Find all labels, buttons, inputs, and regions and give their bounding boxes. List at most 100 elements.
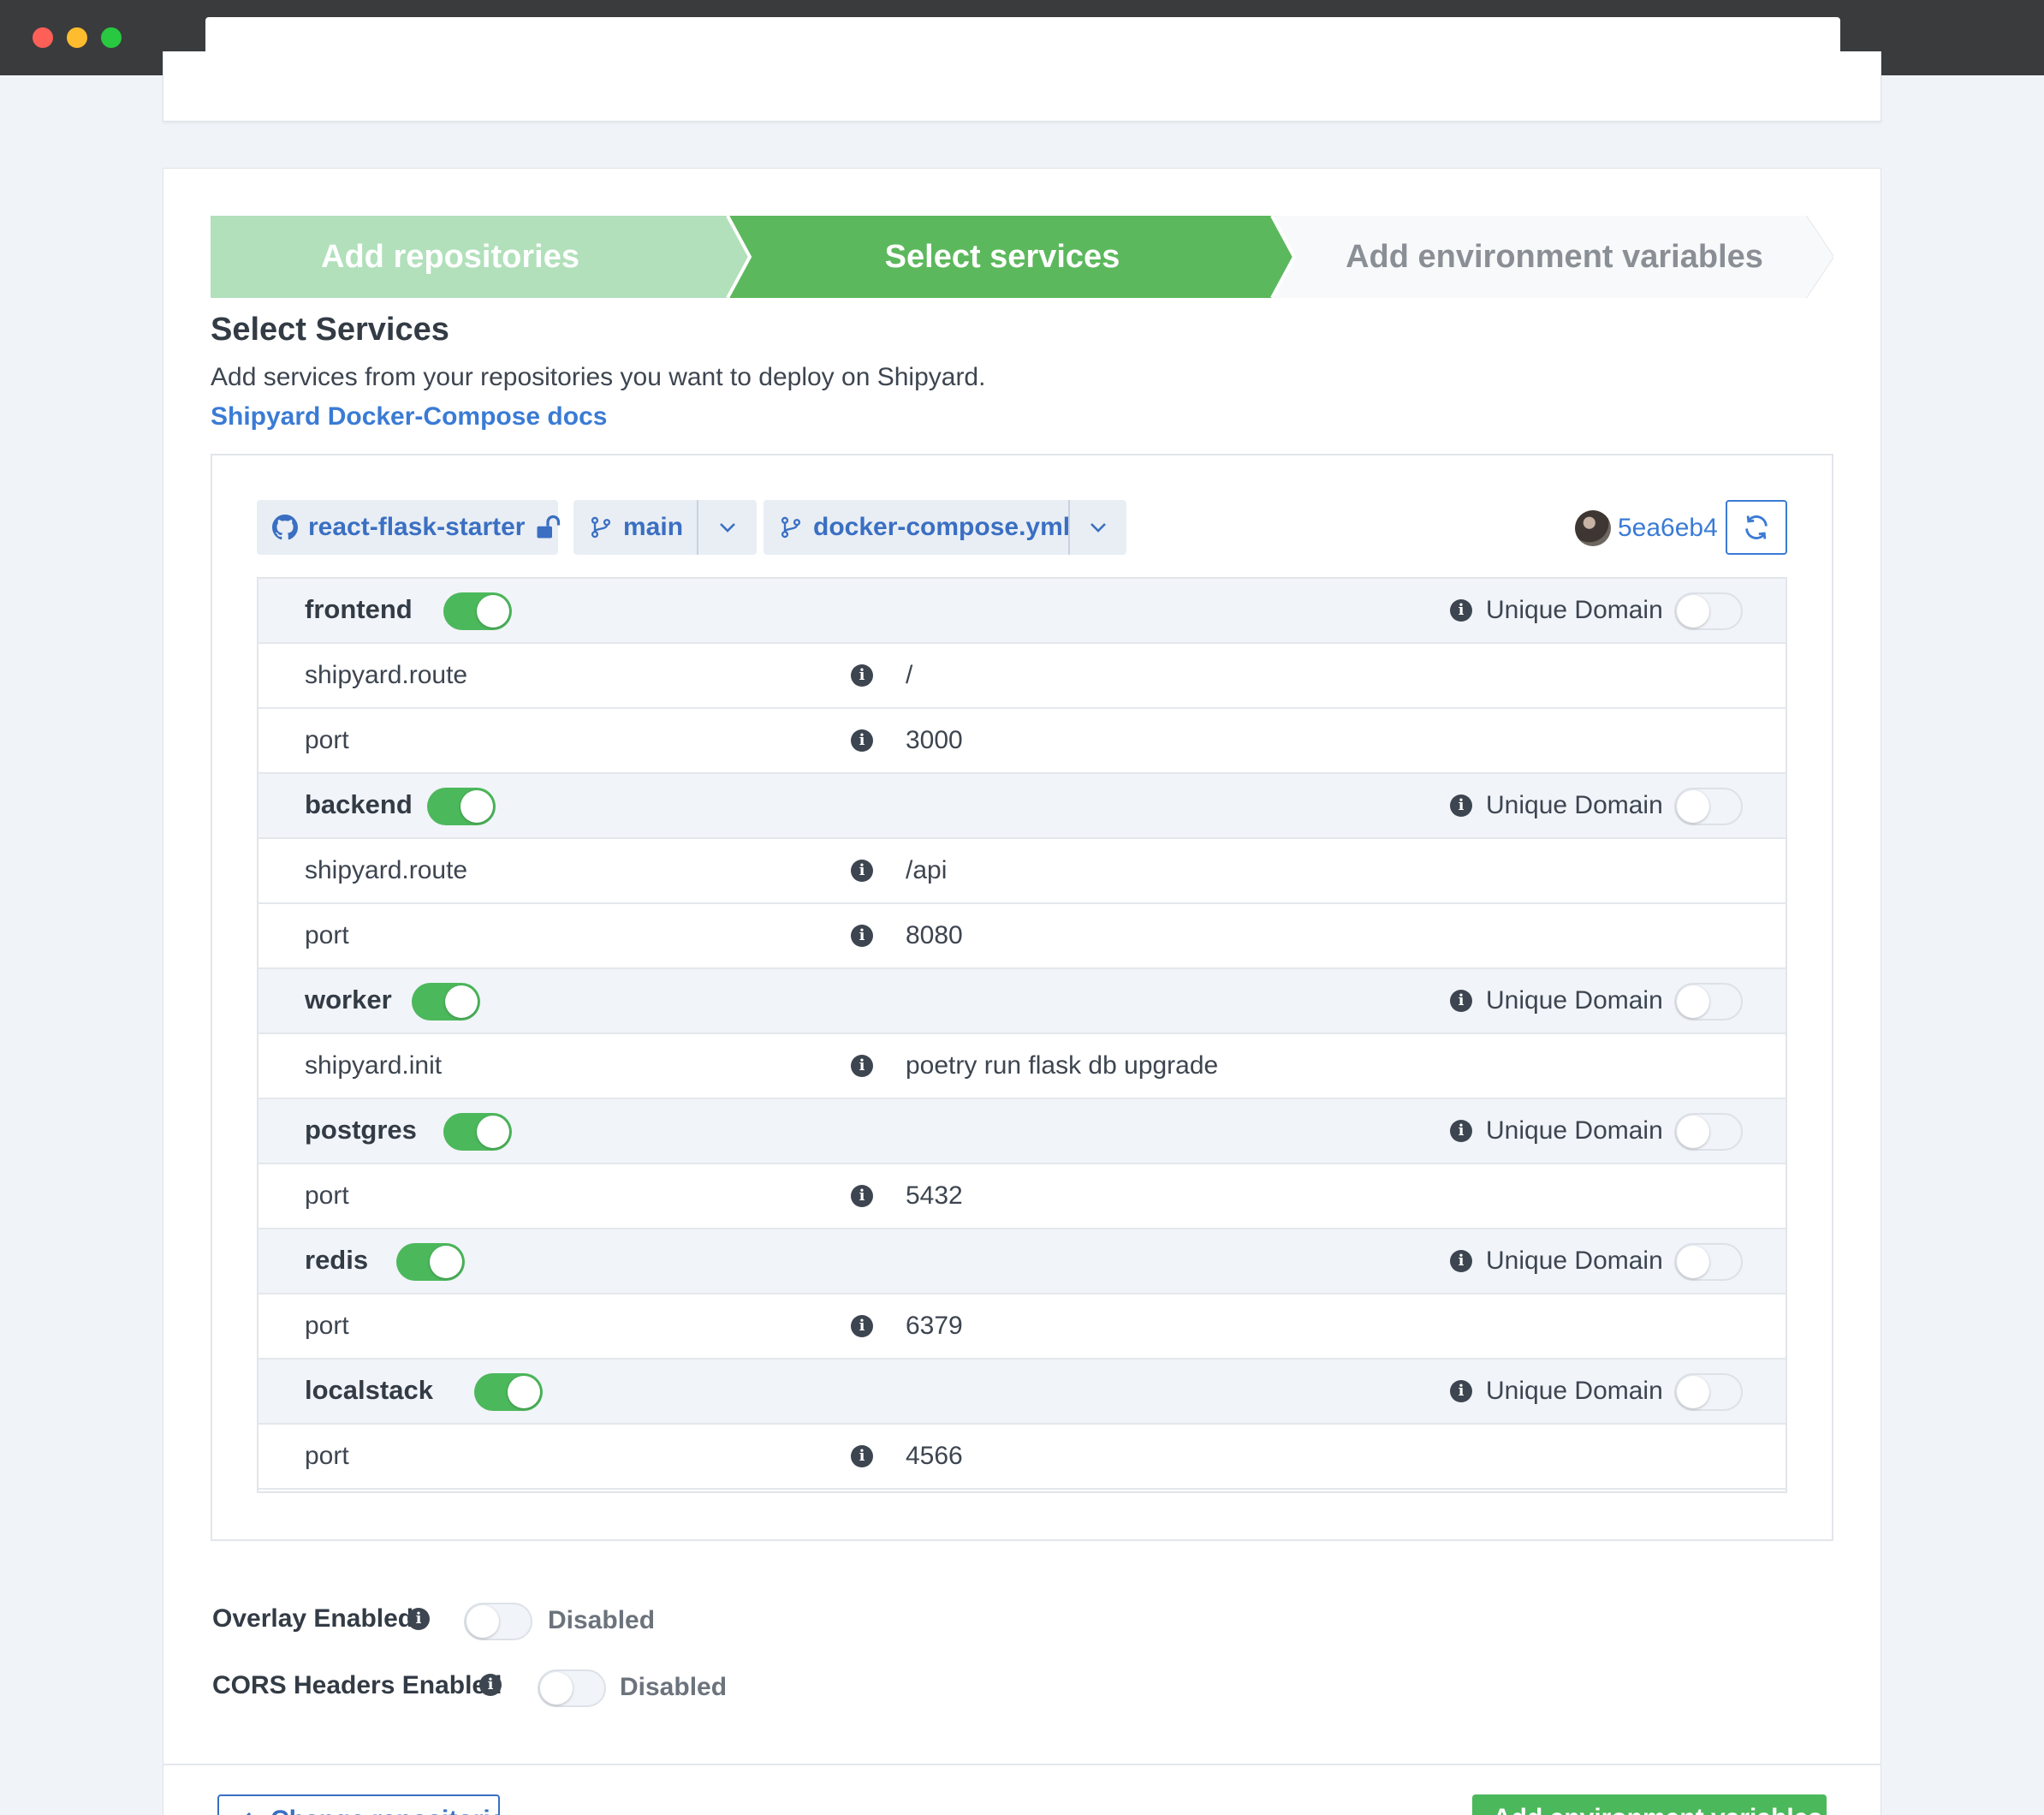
service-enabled-toggle[interactable]	[443, 1113, 512, 1151]
service-name: backend	[305, 789, 413, 819]
unique-domain-toggle[interactable]	[1674, 788, 1743, 825]
service-enabled-toggle[interactable]	[412, 983, 480, 1021]
info-icon[interactable]: i	[1450, 794, 1472, 817]
service-property-row: port i 3000	[258, 709, 1786, 774]
service-enabled-toggle[interactable]	[474, 1373, 543, 1411]
unique-domain-label: Unique Domain	[1486, 1247, 1663, 1275]
property-key: shipyard.route	[305, 661, 468, 689]
repo-name: react-flask-starter	[308, 513, 526, 541]
stepper: Add repositories Select services Add env…	[211, 216, 1833, 298]
service-property-row: port i 5432	[258, 1164, 1786, 1229]
docs-link[interactable]: Shipyard Docker-Compose docs	[211, 402, 607, 431]
info-icon[interactable]: i	[851, 860, 873, 882]
property-key: shipyard.route	[305, 856, 468, 884]
step-add-repositories[interactable]: Add repositories	[211, 216, 690, 298]
branch-name: main	[623, 513, 684, 541]
refresh-button[interactable]	[1726, 500, 1787, 555]
window-minimize-dot[interactable]	[67, 27, 87, 48]
refresh-icon	[1745, 515, 1768, 539]
cors-label: CORS Headers Enabled	[212, 1671, 502, 1699]
unique-domain-toggle[interactable]	[1674, 1113, 1743, 1151]
unique-domain-label: Unique Domain	[1486, 791, 1663, 819]
info-icon[interactable]: i	[407, 1608, 430, 1630]
change-repositories-button[interactable]: Change repositories	[217, 1794, 500, 1815]
service-row-localstack: localstack i Unique Domain	[258, 1360, 1786, 1425]
info-icon[interactable]: i	[851, 1445, 873, 1467]
chevron-down-icon	[1090, 523, 1106, 533]
card-footer-divider	[163, 1764, 1881, 1765]
overlay-label: Overlay Enabled	[212, 1604, 414, 1633]
service-row-worker: worker i Unique Domain	[258, 969, 1786, 1034]
service-property-row: shipyard.route i/api	[258, 839, 1786, 904]
git-branch-icon	[591, 516, 611, 539]
property-value: 4566	[906, 1442, 963, 1470]
service-enabled-toggle[interactable]	[396, 1243, 465, 1281]
service-row-redis: redis i Unique Domain	[258, 1229, 1786, 1294]
property-key: port	[305, 921, 349, 949]
add-environment-variables-button[interactable]: Add environment variables	[1472, 1794, 1827, 1815]
unique-domain-label: Unique Domain	[1486, 596, 1663, 624]
info-icon[interactable]: i	[1450, 599, 1472, 622]
cors-toggle[interactable]	[538, 1669, 606, 1707]
info-icon[interactable]: i	[1450, 1120, 1472, 1142]
info-icon[interactable]: i	[1450, 990, 1472, 1012]
unique-domain-label: Unique Domain	[1486, 1377, 1663, 1405]
service-property-row: port i 4566	[258, 1425, 1786, 1490]
property-key: port	[305, 726, 349, 754]
compose-dropdown-toggle[interactable]	[1070, 500, 1126, 555]
property-key: shipyard.init	[305, 1051, 443, 1080]
github-icon	[272, 515, 298, 540]
service-enabled-toggle[interactable]	[443, 592, 512, 630]
unique-domain-toggle[interactable]	[1674, 983, 1743, 1021]
section-description: Add services from your repositories you …	[211, 363, 986, 391]
property-key: port	[305, 1312, 349, 1340]
overlay-state: Disabled	[548, 1606, 656, 1634]
property-value: 3000	[906, 726, 963, 754]
service-property-row: port i 6379	[258, 1294, 1786, 1360]
add-environment-variables-label: Add environment variables	[1493, 1804, 1822, 1815]
service-property-row: port i 8080	[258, 904, 1786, 969]
unique-domain-toggle[interactable]	[1674, 592, 1743, 630]
step-add-environment-variables[interactable]: Add environment variables	[1298, 216, 1811, 298]
property-value: /	[906, 661, 913, 689]
property-value: 6379	[906, 1312, 963, 1340]
service-property-row: shipyard.route i /	[258, 644, 1786, 709]
service-enabled-toggle[interactable]	[427, 788, 496, 825]
branch-dropdown-toggle[interactable]	[698, 500, 757, 555]
info-icon[interactable]: i	[851, 1055, 873, 1077]
info-icon[interactable]: i	[851, 664, 873, 687]
repo-pill[interactable]: react-flask-starter	[257, 500, 561, 555]
git-branch-icon	[781, 516, 801, 539]
unique-domain-label: Unique Domain	[1486, 986, 1663, 1015]
unique-domain-label: Unique Domain	[1486, 1116, 1663, 1145]
info-icon[interactable]: i	[1450, 1250, 1472, 1272]
property-value: 8080	[906, 921, 963, 949]
window-close-dot[interactable]	[33, 27, 53, 48]
overlay-toggle[interactable]	[464, 1603, 532, 1640]
commit-hash[interactable]: 5ea6eb4	[1618, 514, 1718, 543]
service-name: redis	[305, 1245, 369, 1275]
info-icon[interactable]: i	[851, 1315, 873, 1337]
info-icon[interactable]: i	[851, 1185, 873, 1207]
unique-domain-toggle[interactable]	[1674, 1243, 1743, 1281]
property-value: /api	[906, 856, 948, 884]
chevron-left-icon	[246, 1812, 252, 1815]
service-name: worker	[305, 985, 392, 1015]
info-icon[interactable]: i	[1450, 1380, 1472, 1402]
service-name: localstack	[305, 1375, 433, 1405]
info-icon[interactable]: i	[479, 1674, 502, 1696]
unique-domain-toggle[interactable]	[1674, 1373, 1743, 1411]
info-icon[interactable]: i	[851, 925, 873, 947]
branch-selector[interactable]: main	[573, 500, 757, 555]
property-value: 5432	[906, 1181, 963, 1210]
service-row-frontend: frontend i Unique Domain	[258, 579, 1786, 644]
compose-file-selector[interactable]: docker-compose.yml	[764, 500, 1126, 555]
service-property-row: shipyard.init i poetry run flask db upgrad…	[258, 1034, 1786, 1099]
window-zoom-dot[interactable]	[101, 27, 122, 48]
unlock-icon	[537, 515, 561, 539]
section-title: Select Services	[211, 312, 449, 348]
info-icon[interactable]: i	[851, 729, 873, 752]
step-select-services[interactable]: Select services	[741, 216, 1263, 298]
property-value: poetry run flask db upgrade	[906, 1051, 1219, 1080]
service-row-backend: backend i Unique Domain	[258, 774, 1786, 839]
